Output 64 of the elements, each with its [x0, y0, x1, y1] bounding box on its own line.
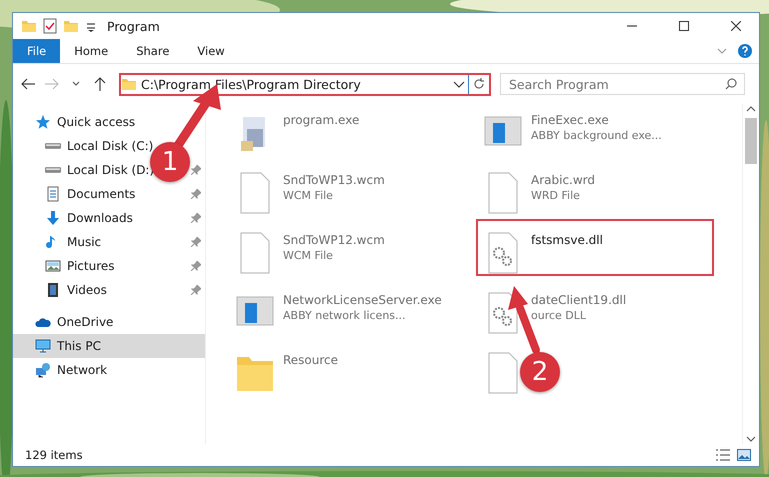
sidebar-item[interactable]: Network	[57, 363, 108, 377]
chevron-down-icon	[72, 81, 80, 87]
folder-icon	[121, 76, 137, 92]
file-name[interactable]: NetworkLicenseServer.exe	[283, 293, 442, 307]
ribbon-tab[interactable]: Share	[122, 39, 184, 63]
file-name[interactable]: fstsmsve.dll	[531, 233, 603, 247]
file-name[interactable]: FineExec.exe	[531, 113, 662, 127]
properties-icon[interactable]	[43, 18, 57, 34]
pin-icon[interactable]	[191, 165, 201, 175]
pin-icon[interactable]	[191, 285, 201, 295]
address-bar[interactable]: C:\Program Files\Program Directory	[119, 72, 491, 96]
maximize-icon	[679, 21, 689, 31]
thumbnails-view-icon[interactable]	[737, 449, 751, 461]
file-type: WCM File	[283, 189, 334, 202]
sidebar-item[interactable]: This PC	[13, 334, 205, 358]
sidebar-item[interactable]: Local Disk (C:)	[67, 139, 154, 153]
back-arrow-icon	[21, 78, 35, 90]
star-icon	[35, 114, 51, 130]
file-type: ABBY background exe...	[531, 129, 662, 142]
file-type: WCM File	[283, 249, 334, 262]
search-icon	[725, 78, 737, 90]
new-folder-icon	[63, 18, 79, 34]
file-type: ABBY network licens...	[283, 309, 407, 322]
sidebar-item[interactable]: Downloads	[67, 211, 133, 225]
file-name[interactable]: dateClient19.dll	[531, 293, 626, 307]
film-icon	[45, 282, 61, 298]
file-name[interactable]: SndToWP13.wcm	[283, 173, 385, 187]
pin-icon[interactable]	[191, 237, 201, 247]
pin-icon[interactable]	[191, 261, 201, 271]
file-type: ource DLL	[531, 309, 588, 322]
details-view-icon[interactable]	[715, 448, 731, 462]
ribbon-tab[interactable]: Home	[60, 39, 122, 63]
scroll-down-icon[interactable]	[746, 434, 756, 444]
download-arrow-icon	[45, 210, 61, 226]
sidebar-item[interactable]: Pictures	[67, 259, 115, 273]
sidebar-item[interactable]: Documents	[67, 187, 136, 201]
file-name[interactable]: program.exe	[283, 113, 360, 127]
document-icon	[45, 186, 61, 202]
file-tab[interactable]: File	[13, 39, 60, 63]
forward-arrow-icon	[45, 78, 59, 90]
network-icon	[35, 362, 51, 378]
file-name[interactable]: SndToWP12.wcm	[283, 233, 385, 247]
pin-icon[interactable]	[191, 189, 201, 199]
drive-icon	[45, 167, 61, 173]
sidebar-item[interactable]: Quick access	[57, 115, 136, 129]
search-field[interactable]: Search Program	[500, 73, 745, 95]
close-icon	[731, 21, 741, 31]
window-title: Program	[107, 18, 161, 34]
sidebar-item[interactable]: OneDrive	[57, 315, 114, 329]
file-type: WRD File	[531, 189, 581, 202]
sidebar-item[interactable]: Videos	[67, 283, 107, 297]
file-name[interactable]: Arabic.wrd	[531, 173, 596, 187]
monitor-icon	[35, 338, 51, 354]
up-arrow-icon	[94, 77, 106, 91]
folder-icon	[21, 18, 37, 34]
drive-icon	[45, 143, 61, 149]
item-count: 129 items	[25, 448, 84, 462]
sidebar-item[interactable]: Music	[67, 235, 102, 249]
pictures-icon	[45, 258, 61, 274]
scrollbar-thumb[interactable]	[745, 118, 757, 164]
scroll-up-icon[interactable]	[746, 104, 756, 114]
ribbon-tab[interactable]: View	[183, 39, 239, 63]
pin-icon[interactable]	[191, 213, 201, 223]
file-name[interactable]: Resource	[283, 353, 338, 367]
